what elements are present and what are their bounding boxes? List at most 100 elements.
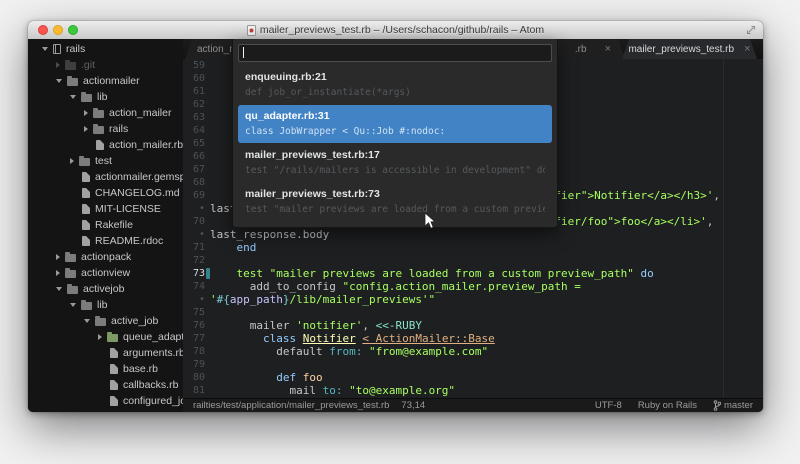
chevron-right-icon[interactable] [56,270,60,276]
fullscreen-icon[interactable] [746,25,756,35]
code-token: default [210,345,329,358]
code-row-72[interactable]: 72 [183,254,763,267]
chevron-right-icon[interactable] [84,110,88,116]
code-line-text: end [210,241,763,254]
code-row-77[interactable]: 77 class Notifier < ActionMailer::Base [183,332,763,345]
code-token: "config.action_mailer.preview_path = [342,280,580,293]
tree-item-activejob[interactable]: activejob [28,281,183,297]
tree-item-base-rb[interactable]: base.rb [28,361,183,377]
chevron-down-icon[interactable] [84,319,90,323]
code-token: ' [210,293,217,306]
code-row-wrapped[interactable]: •last_response.body [183,228,763,241]
line-number: 68 [183,176,210,189]
tree-item-label: README.rdoc [95,235,163,247]
zoom-window-button[interactable] [68,25,78,35]
line-number: 74 [183,280,210,293]
code-line-text: last_response.body [210,228,763,241]
tree-view: rails.gitactionmailerlibaction_mailerrai… [28,39,183,412]
finder-result-mailer-previews-test-rb-73[interactable]: mailer_previews_test.rb:73test "mailer p… [238,183,552,221]
chevron-down-icon[interactable] [56,287,62,291]
code-row-wrapped[interactable]: •'#{app_path}/lib/mailer_previews'" [183,293,763,306]
code-row-78[interactable]: 78 default from: "from@example.com" [183,345,763,358]
folder-icon [81,94,92,102]
status-cursor-position[interactable]: 73,14 [401,400,425,411]
chevron-right-icon[interactable] [84,126,88,132]
folder-icon [65,62,76,70]
code-row-71[interactable]: 71 end [183,241,763,254]
atom-window: mailer_previews_test.rb – /Users/schacon… [28,21,763,412]
tree-item-readme-rdoc[interactable]: README.rdoc [28,233,183,249]
tree-item-actionpack[interactable]: actionpack [28,249,183,265]
finder-result-title: enqueuing.rb:21 [245,71,545,83]
tree-item-mit-license[interactable]: MIT-LICENSE [28,201,183,217]
code-row-75[interactable]: 75 [183,306,763,319]
chevron-right-icon[interactable] [56,62,60,68]
file-icon [110,348,118,358]
chevron-down-icon[interactable] [70,303,76,307]
code-row-76[interactable]: 76 mailer 'notifier', <<-RUBY [183,319,763,332]
tree-item-lib[interactable]: lib [28,297,183,313]
tree-item-rails[interactable]: rails [28,121,183,137]
chevron-right-icon[interactable] [98,334,102,340]
tab-mailer-previews-test[interactable]: mailer_previews_test.rb × [622,39,757,59]
line-number: 80 [183,371,210,384]
chevron-down-icon[interactable] [42,47,48,51]
tree-item-arguments-rb[interactable]: arguments.rb [28,345,183,361]
tree-item-configured-job-rb[interactable]: configured_job.rb [28,393,183,409]
tree-item-changelog-md[interactable]: CHANGELOG.md [28,185,183,201]
code-token: last_response.body [210,228,329,241]
line-number: 67 [183,163,210,176]
code-token: end [237,241,257,254]
minimize-window-button[interactable] [53,25,63,35]
code-token: 'notifier' [296,319,362,332]
file-icon [82,220,90,230]
tree-item-actionview[interactable]: actionview [28,265,183,281]
code-row-80[interactable]: 80 def foo [183,371,763,384]
tree-item-label: base.rb [123,363,158,375]
tree-item-actionmailer-gemspec[interactable]: actionmailer.gemspec [28,169,183,185]
status-encoding[interactable]: UTF-8 [595,400,622,411]
finder-result-enqueuing-rb-21[interactable]: enqueuing.rb:21def job_or_instantiate(*a… [238,66,552,104]
tree-item-action-mailer[interactable]: action_mailer [28,105,183,121]
line-number: 79 [183,358,210,371]
code-token: do [641,267,654,280]
code-row-79[interactable]: 79 [183,358,763,371]
tree-item-callbacks-rb[interactable]: callbacks.rb [28,377,183,393]
tree-item-action-mailer-rb[interactable]: action_mailer.rb [28,137,183,153]
window-controls [38,25,78,35]
tree-item-label: queue_adapters [123,331,183,343]
status-grammar[interactable]: Ruby on Rails [638,400,697,411]
tree-item--git[interactable]: .git [28,57,183,73]
code-row-74[interactable]: 74 add_to_config "config.action_mailer.p… [183,280,763,293]
tab-close-icon[interactable]: × [605,44,611,54]
code-token: , [707,215,714,228]
tree-item-label: lib [97,91,108,103]
code-line-text: mail to: "to@example.org" [210,384,763,397]
line-number: 59 [183,59,210,72]
code-row-73[interactable]: 73 test "mailer previews are loaded from… [183,267,763,280]
tree-item-label: lib [97,299,108,311]
tree-item-actionmailer[interactable]: actionmailer [28,73,183,89]
finder-result-qu-adapter-rb-31[interactable]: qu_adapter.rb:31class JobWrapper < Qu::J… [238,105,552,143]
tree-item-test[interactable]: test [28,153,183,169]
close-window-button[interactable] [38,25,48,35]
tree-item-label: Rakefile [95,219,133,231]
tree-item-rakefile[interactable]: Rakefile [28,217,183,233]
tree-item-active-job[interactable]: active_job [28,313,183,329]
tree-item-lib[interactable]: lib [28,89,183,105]
chevron-right-icon[interactable] [70,158,74,164]
line-number: 78 [183,345,210,358]
chevron-down-icon[interactable] [56,79,62,83]
chevron-down-icon[interactable] [70,95,76,99]
tab-close-icon[interactable]: × [744,44,750,54]
code-line-text [210,358,763,371]
tree-item-rails[interactable]: rails [28,41,183,57]
chevron-right-icon[interactable] [56,254,60,260]
fuzzy-finder-input[interactable] [238,44,552,62]
folder-icon [67,78,78,86]
titlebar[interactable]: mailer_previews_test.rb – /Users/schacon… [28,21,763,40]
finder-result-mailer-previews-test-rb-17[interactable]: mailer_previews_test.rb:17test "/rails/m… [238,144,552,182]
tree-item-queue-adapters[interactable]: queue_adapters [28,329,183,345]
fuzzy-finder-panel: enqueuing.rb:21def job_or_instantiate(*a… [232,39,558,228]
code-row-81[interactable]: 81 mail to: "to@example.org" [183,384,763,397]
